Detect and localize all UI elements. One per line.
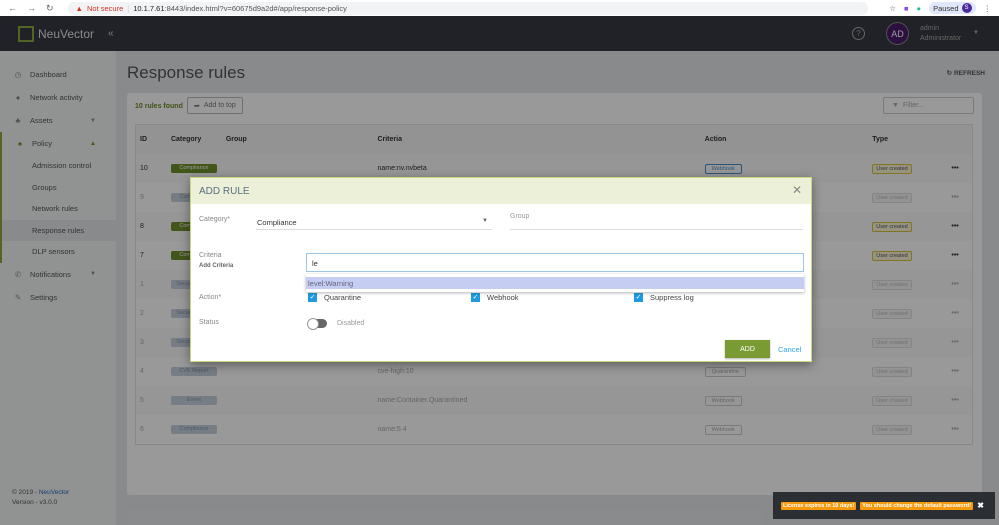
checkbox-label: Webhook [487,293,519,302]
profile-button[interactable]: Paused S [929,2,976,14]
webhook-checkbox[interactable]: ✓ Webhook [471,293,519,302]
close-icon[interactable]: ✕ [792,183,802,197]
action-label: Action* [199,294,222,301]
status-toggle[interactable] [307,318,327,330]
add-criteria-hint: Add Criteria [199,263,234,269]
not-secure-label: Not secure [86,3,124,13]
criteria-label: Criteria [199,252,222,259]
forward-icon[interactable]: → [27,3,36,14]
address-bar[interactable]: ▲ Not secure | 10.1.7.61:8443/index.html… [67,1,868,15]
check-icon: ✓ [308,293,317,302]
password-warning: You should change the default password! [860,501,973,510]
criteria-suggestions: level:Warning [306,274,804,292]
modal-title: ADD RULE [199,185,250,197]
add-button[interactable]: ADD [725,340,770,358]
quarantine-checkbox[interactable]: ✓ Quarantine [308,293,361,302]
check-icon: ✓ [471,293,480,302]
url-host: 10.1.7.61 [133,3,165,13]
check-icon: ✓ [634,293,643,302]
license-warning: License expires in 19 days! [781,501,857,510]
warning-icon: ▲ [75,3,83,13]
paused-label: Paused [933,3,959,13]
profile-avatar: S [961,3,972,13]
category-select[interactable]: Compliance ▼ [256,213,492,230]
bookmark-star-icon[interactable]: ☆ [889,4,896,13]
group-placeholder: Group [510,213,530,220]
suggestion-item[interactable]: level:Warning [306,277,804,289]
notification-toast: License expires in 19 days! You should c… [773,492,995,519]
back-icon[interactable]: ← [8,3,17,14]
extension-icon[interactable]: ■ [904,4,909,13]
add-rule-modal: ADD RULE ✕ Category* Compliance ▼ Group C… [190,177,812,362]
chevron-down-icon: ▼ [482,218,488,224]
category-label: Category* [199,216,231,223]
status-label: Status [199,319,219,326]
reload-icon[interactable]: ↻ [46,3,54,14]
category-value: Compliance [257,218,297,227]
status-value: Disabled [337,320,365,327]
suppress-log-checkbox[interactable]: ✓ Suppress log [634,293,694,302]
browser-menu-icon[interactable]: ⋮ [984,4,992,13]
checkbox-label: Quarantine [324,293,362,302]
grammarly-icon[interactable]: ● [917,4,922,13]
modal-header: ADD RULE [191,178,811,204]
url-path: :8443/index.html?v=60675d9a2d#/app/respo… [164,3,347,13]
criteria-input[interactable]: le [306,253,804,272]
close-icon[interactable]: ✖ [977,501,984,510]
cancel-button[interactable]: Cancel [778,345,801,354]
browser-bar: ← → ↻ ▲ Not secure | 10.1.7.61:8443/index.… [0,0,999,16]
group-input[interactable]: Group [510,213,803,230]
checkbox-label: Suppress log [650,293,694,302]
